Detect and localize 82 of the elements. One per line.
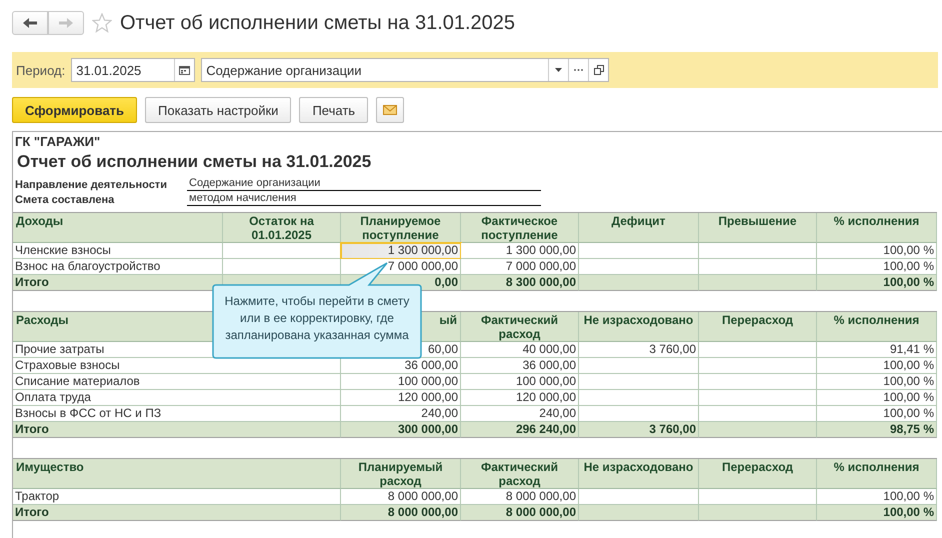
forward-arrow-icon <box>59 18 73 28</box>
column-header: Перерасход <box>699 312 817 342</box>
column-header: Превышение <box>699 213 817 243</box>
organization-name: ГК "ГАРАЖИ" <box>14 134 102 149</box>
param-label: Направление деятельности <box>15 179 168 191</box>
column-header: % исполнения <box>817 213 937 243</box>
table-cell: 40 000,00 <box>461 342 579 358</box>
table-cell: 100,00 % <box>817 406 937 422</box>
email-button[interactable] <box>376 97 404 123</box>
total-cell: Итого <box>13 422 341 438</box>
star-icon[interactable] <box>92 13 112 33</box>
table-cell: 120 000,00 <box>341 390 461 406</box>
total-cell: 98,75 % <box>817 422 937 438</box>
table-cell: Членские взносы <box>13 243 223 259</box>
table-cell: 240,00 <box>341 406 461 422</box>
total-cell: Итого <box>13 275 223 291</box>
table-cell: 8 000 000,00 <box>461 489 579 505</box>
table-cell: Трактор <box>13 489 341 505</box>
param-value: Содержание организации <box>187 177 541 191</box>
total-cell: 8 300 000,00 <box>461 275 579 291</box>
column-header: % исполнения <box>817 459 937 489</box>
table-cell: 120 000,00 <box>461 390 579 406</box>
table-cell: 100 000,00 <box>341 374 461 390</box>
date-field[interactable]: 31.01.2025 <box>71 58 196 82</box>
activity-field[interactable]: Содержание организации <box>201 58 610 82</box>
table-cell: 100,00 % <box>817 489 937 505</box>
table-cell: 91,41 % <box>817 342 937 358</box>
total-cell: Итого <box>13 505 341 521</box>
total-cell: 3 760,00 <box>579 422 699 438</box>
column-header: Остаток на 01.01.2025 <box>223 213 341 243</box>
column-header: Не израсходовано <box>579 312 699 342</box>
table-cell: 3 760,00 <box>579 342 699 358</box>
action-button[interactable]: Печать <box>299 97 368 123</box>
calendar-icon[interactable] <box>179 65 190 75</box>
column-header: Планируемый расход <box>341 459 461 489</box>
table-cell: 100 000,00 <box>461 374 579 390</box>
total-cell: 100,00 % <box>817 505 937 521</box>
param-value: методом начисления <box>187 192 541 206</box>
table-cell: 7 000 000,00 <box>341 259 461 275</box>
table-cell: 100,00 % <box>817 259 937 275</box>
column-header: Доходы <box>13 213 223 243</box>
table-cell: 100,00 % <box>817 358 937 374</box>
dropdown-icon[interactable] <box>555 68 562 72</box>
window-title: Отчет об исполнении сметы на 31.01.2025 <box>120 12 516 34</box>
column-header: Перерасход <box>699 459 817 489</box>
table-cell: Взносы в ФСС от НС и ПЗ <box>13 406 341 422</box>
total-cell: 8 000 000,00 <box>341 505 461 521</box>
column-header: % исполнения <box>817 312 937 342</box>
total-cell: 8 000 000,00 <box>461 505 579 521</box>
column-header: Фактическое поступление <box>461 213 579 243</box>
column-header: Дефицит <box>579 213 699 243</box>
table-cell: Оплата труда <box>13 390 341 406</box>
table-cell: 36 000,00 <box>341 358 461 374</box>
back-button[interactable] <box>12 11 48 35</box>
column-header: Имущество <box>13 459 341 489</box>
table-cell: 100,00 % <box>817 243 937 259</box>
open-window-icon[interactable] <box>594 65 604 75</box>
param-label: Смета составлена <box>15 194 116 206</box>
total-cell: 296 240,00 <box>461 422 579 438</box>
table-cell: 8 000 000,00 <box>341 489 461 505</box>
column-header: Планируемое поступление <box>341 213 461 243</box>
column-header: Не израсходовано <box>579 459 699 489</box>
table-cell: 240,00 <box>461 406 579 422</box>
period-label: Период: <box>16 62 66 78</box>
column-header: Фактический расход <box>461 312 579 342</box>
total-cell: 300 000,00 <box>341 422 461 438</box>
action-button[interactable]: Показать настройки <box>145 97 292 123</box>
table-cell: 7 000 000,00 <box>461 259 579 275</box>
generate-button[interactable]: Сформировать <box>12 97 138 123</box>
table-cell: 1 300 000,00 <box>341 243 461 259</box>
table-cell: Взнос на благоустройство <box>13 259 223 275</box>
table-cell: 100,00 % <box>817 390 937 406</box>
table-cell: Страховые взносы <box>13 358 341 374</box>
envelope-icon <box>383 104 398 114</box>
report-title: Отчет об исполнении сметы на 31.01.2025 <box>16 151 372 173</box>
table-cell: 100,00 % <box>817 374 937 390</box>
table-cell: Списание материалов <box>13 374 341 390</box>
back-arrow-icon <box>23 18 37 28</box>
column-header: Фактический расход <box>461 459 579 489</box>
total-cell: 100,00 % <box>817 275 937 291</box>
table-cell: 1 300 000,00 <box>461 243 579 259</box>
table-cell: 36 000,00 <box>461 358 579 374</box>
